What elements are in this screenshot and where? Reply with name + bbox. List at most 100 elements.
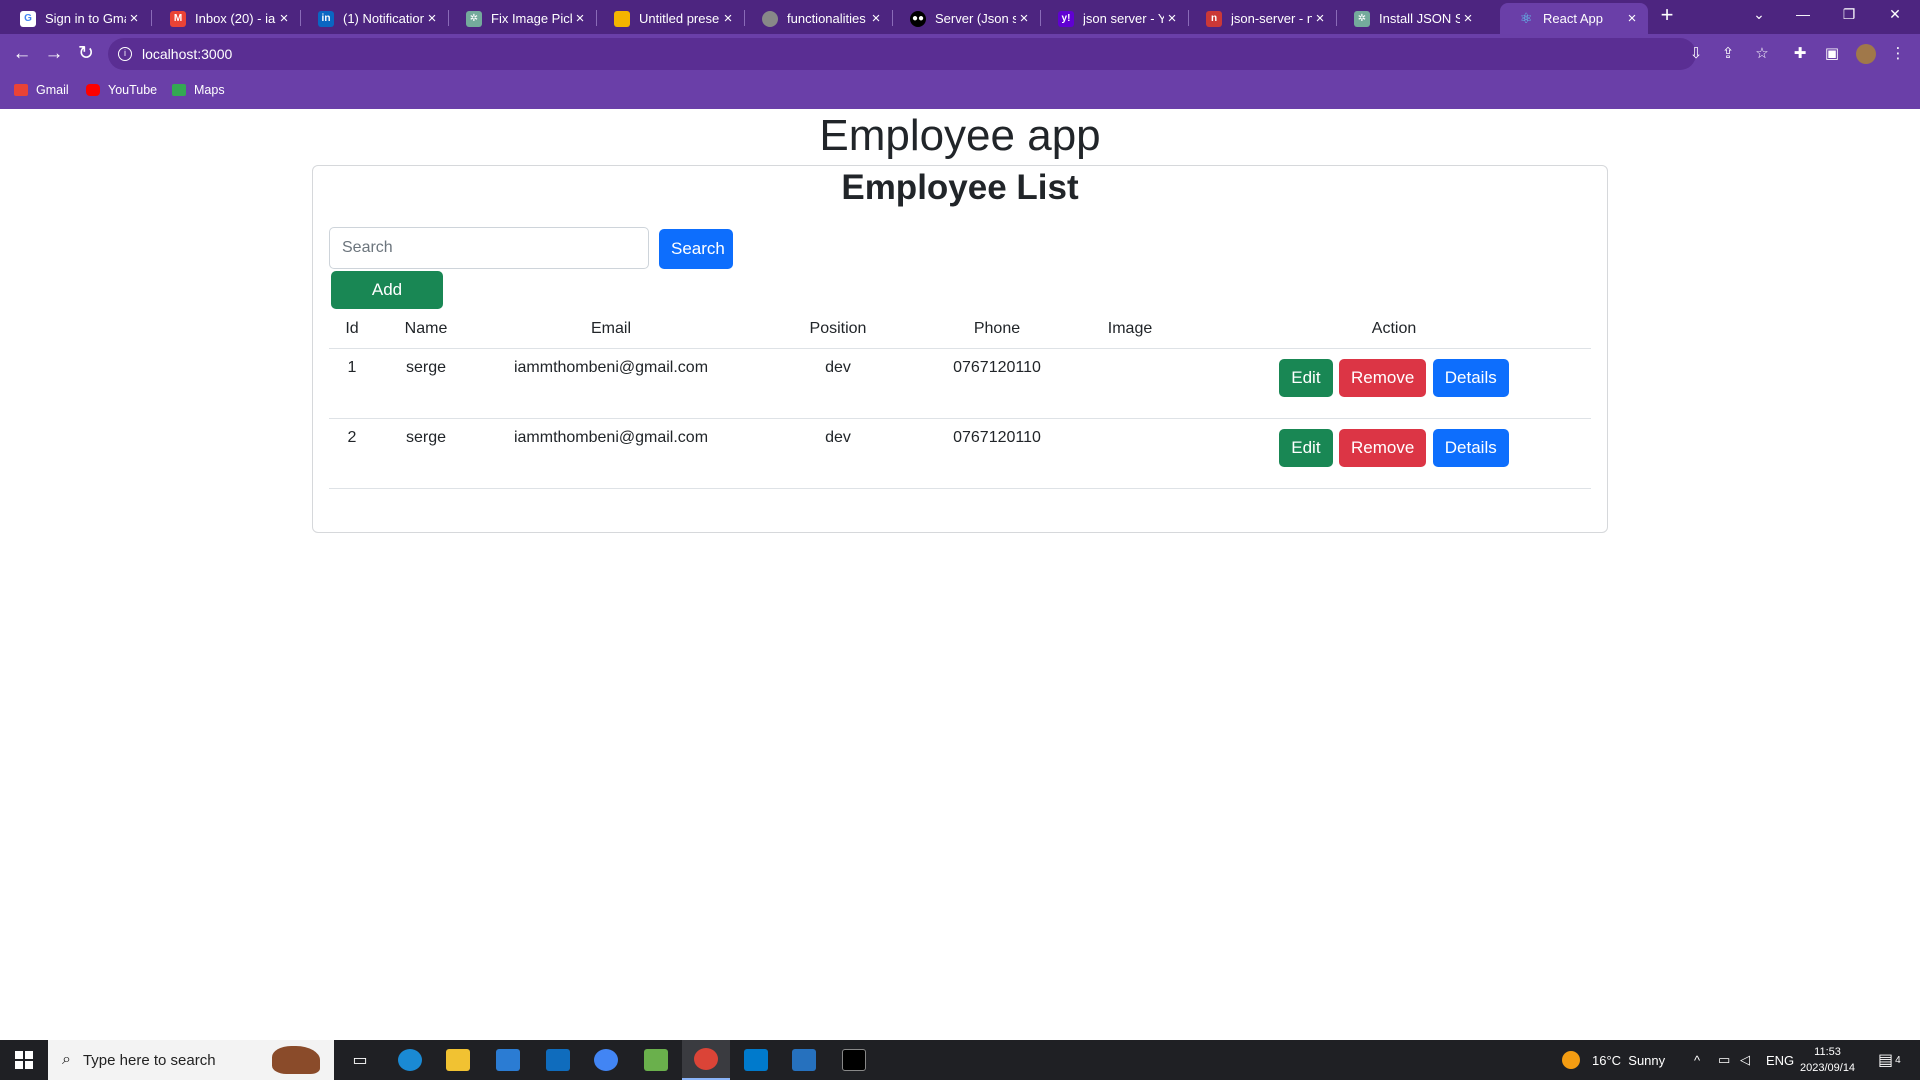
- close-icon[interactable]: ×: [572, 10, 588, 27]
- chrome-icon[interactable]: [682, 1040, 730, 1080]
- tab-chatgpt-2[interactable]: ✲ Install JSON Ser ×: [1336, 3, 1484, 34]
- yahoo-icon: y!: [1058, 10, 1074, 27]
- install-icon[interactable]: ⇩: [1686, 44, 1706, 64]
- table-header-row: Id Name Email Position Phone Image Actio…: [329, 310, 1591, 349]
- bookmark-star-icon[interactable]: ☆: [1752, 44, 1772, 64]
- employee-card: Employee List Search Add New(+) Id Name …: [312, 165, 1608, 533]
- notification-icon[interactable]: ▤ 4: [1878, 1040, 1901, 1080]
- tab-strip: G Sign in to Gmail × M Inbox (20) - iam …: [0, 0, 1920, 34]
- tab-search-icon[interactable]: ⌄: [1736, 6, 1782, 23]
- tab-react-app[interactable]: ⚛ React App ×: [1500, 3, 1648, 34]
- tab-linkedin[interactable]: in (1) Notifications ×: [300, 3, 448, 34]
- maps-icon: [172, 84, 186, 96]
- search-button[interactable]: Search: [659, 229, 733, 269]
- weather-widget[interactable]: 16°C Sunny: [1562, 1040, 1665, 1080]
- column-header-image: Image: [1063, 310, 1197, 349]
- bookmark-maps[interactable]: Maps: [172, 83, 225, 97]
- cell-actions: Edit Remove Details: [1197, 418, 1591, 489]
- close-icon[interactable]: ×: [276, 10, 292, 27]
- cell-position: dev: [745, 418, 931, 489]
- tab-npm[interactable]: n json-server - np ×: [1188, 3, 1336, 34]
- cell-position: dev: [745, 348, 931, 419]
- powershell-icon[interactable]: [780, 1040, 828, 1080]
- browser-chrome: G Sign in to Gmail × M Inbox (20) - iam …: [0, 0, 1920, 109]
- globe-icon: [762, 10, 778, 27]
- address-bar[interactable]: i localhost:3000: [108, 38, 1696, 70]
- bluestacks-icon[interactable]: [632, 1040, 680, 1080]
- table-row: 1 serge iammthombeni@gmail.com dev 07671…: [329, 348, 1591, 419]
- app-store-icon[interactable]: [582, 1040, 630, 1080]
- terminal-icon[interactable]: [830, 1040, 878, 1080]
- cell-phone: 0767120110: [931, 418, 1063, 489]
- edge-icon[interactable]: [386, 1040, 434, 1080]
- close-icon[interactable]: ×: [1312, 10, 1328, 27]
- close-icon[interactable]: ×: [1624, 10, 1640, 27]
- react-icon: ⚛: [1519, 10, 1533, 26]
- task-view-icon[interactable]: ▭: [336, 1040, 384, 1080]
- close-icon[interactable]: ×: [424, 10, 440, 27]
- column-header-id: Id: [329, 310, 375, 349]
- side-panel-icon[interactable]: ▣: [1822, 44, 1842, 64]
- mail-icon[interactable]: [534, 1040, 582, 1080]
- tab-inbox[interactable]: M Inbox (20) - iam ×: [152, 3, 300, 34]
- clock[interactable]: 11:53 2023/09/14: [1800, 1040, 1855, 1080]
- tab-functionalities[interactable]: functionalities o ×: [744, 3, 892, 34]
- windows-logo-icon: [15, 1051, 33, 1069]
- gmail-icon: M: [170, 10, 186, 27]
- bookmark-youtube[interactable]: YouTube: [86, 83, 157, 97]
- search-input[interactable]: [329, 227, 649, 269]
- search-icon: ⌕: [62, 1051, 71, 1068]
- medium-icon: ●●: [910, 10, 926, 27]
- edit-button[interactable]: Edit: [1279, 428, 1333, 467]
- add-new-button[interactable]: Add New(+): [331, 271, 443, 337]
- close-icon[interactable]: ×: [1164, 10, 1180, 27]
- network-icon[interactable]: ▭: [1718, 1040, 1730, 1080]
- window-close-icon[interactable]: ✕: [1872, 6, 1918, 23]
- profile-avatar[interactable]: [1856, 44, 1876, 64]
- tab-medium[interactable]: ●● Server (Json side ×: [892, 3, 1040, 34]
- new-tab-button[interactable]: +: [1650, 2, 1684, 28]
- volume-icon[interactable]: ◁: [1740, 1040, 1750, 1080]
- minimize-icon[interactable]: —: [1780, 6, 1826, 22]
- cell-email: iammthombeni@gmail.com: [477, 348, 745, 419]
- openai-icon: ✲: [1354, 10, 1370, 27]
- remove-button[interactable]: Remove: [1339, 428, 1427, 467]
- youtube-icon: [86, 84, 100, 96]
- details-button[interactable]: Details: [1432, 358, 1509, 397]
- tab-chatgpt-1[interactable]: ✲ Fix Image Picker ×: [448, 3, 596, 34]
- details-button[interactable]: Details: [1432, 428, 1509, 467]
- reload-icon[interactable]: ↻: [74, 42, 98, 66]
- windows-start-button[interactable]: [0, 1040, 48, 1080]
- forward-icon[interactable]: →: [42, 42, 66, 66]
- close-icon[interactable]: ×: [868, 10, 884, 27]
- column-header-position: Position: [745, 310, 931, 349]
- extensions-icon[interactable]: ✚: [1790, 44, 1810, 64]
- close-icon[interactable]: ×: [1016, 10, 1032, 27]
- file-explorer-icon[interactable]: [434, 1040, 482, 1080]
- vscode-icon[interactable]: [732, 1040, 780, 1080]
- npm-icon: n: [1206, 10, 1222, 27]
- menu-icon[interactable]: ⋮: [1888, 44, 1908, 64]
- site-info-icon[interactable]: i: [118, 47, 132, 61]
- employee-table: Id Name Email Position Phone Image Actio…: [329, 310, 1591, 489]
- windows-taskbar: ⌕ Type here to search ▭ 16°C Sunny ^ ▭ ◁…: [0, 1040, 1920, 1080]
- cell-name: serge: [375, 348, 477, 419]
- close-icon[interactable]: ×: [126, 10, 142, 27]
- tab-slides[interactable]: Untitled present ×: [596, 3, 744, 34]
- tray-overflow-icon[interactable]: ^: [1694, 1040, 1700, 1080]
- tab-gmail-signin[interactable]: G Sign in to Gmail ×: [2, 3, 150, 34]
- close-icon[interactable]: ×: [1460, 10, 1476, 27]
- language-indicator[interactable]: ENG: [1766, 1040, 1794, 1080]
- close-icon[interactable]: ×: [720, 10, 736, 27]
- bookmark-gmail[interactable]: Gmail: [14, 83, 69, 97]
- taskbar-search-box[interactable]: ⌕ Type here to search: [48, 1040, 334, 1080]
- store-icon[interactable]: [484, 1040, 532, 1080]
- openai-icon: ✲: [466, 10, 482, 27]
- tab-yahoo[interactable]: y! json server - Yah ×: [1040, 3, 1188, 34]
- remove-button[interactable]: Remove: [1339, 358, 1427, 397]
- list-title: Employee List: [841, 168, 1079, 207]
- edit-button[interactable]: Edit: [1279, 358, 1333, 397]
- share-icon[interactable]: ⇪: [1718, 44, 1738, 64]
- restore-icon[interactable]: ❐: [1826, 6, 1872, 23]
- back-icon[interactable]: ←: [10, 42, 34, 66]
